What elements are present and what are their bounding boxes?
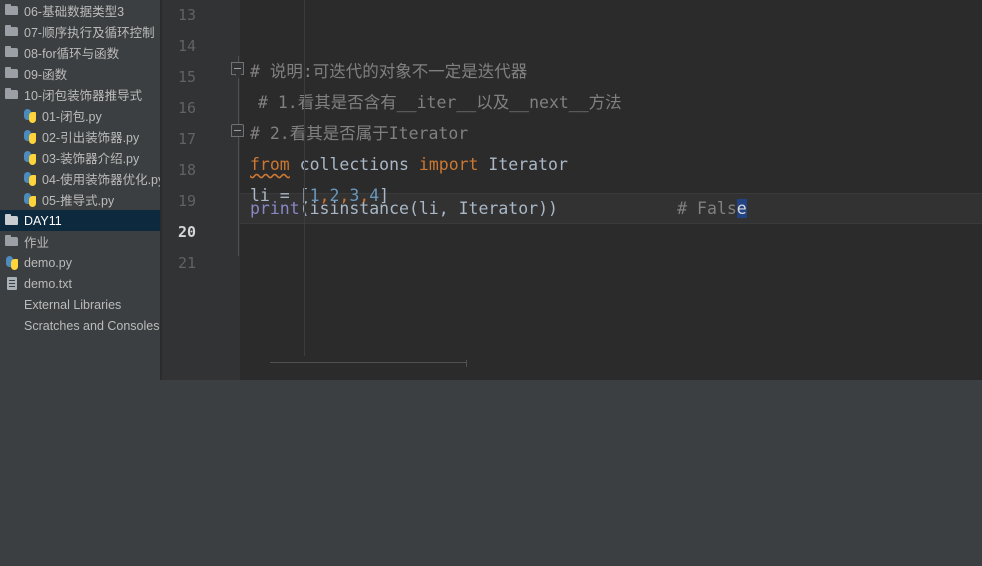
tree-item-label: 02-引出装饰器.py [42, 131, 140, 145]
token-keyword-import: import [418, 155, 479, 174]
tree-item-6[interactable]: 02-引出装饰器.py [0, 126, 160, 147]
tree-item-label: DAY11 [24, 213, 62, 228]
tree-item-9[interactable]: 05-推导式.py [0, 189, 160, 210]
line-number-20: 20 [177, 223, 196, 241]
token-trailing-space [558, 199, 677, 218]
tree-item-label: 09-函数 [24, 68, 68, 82]
token-trailing-comment-selected: e [736, 199, 747, 218]
folder-icon [4, 234, 20, 249]
tree-item-10[interactable]: DAY11 [0, 210, 160, 231]
token-trailing-comment-hash: # [677, 199, 698, 218]
python-file-icon [22, 171, 38, 186]
tree-item-label: demo.py [24, 255, 72, 270]
tree-item-14[interactable]: External Libraries [0, 294, 160, 315]
code-line-16: # 1.看其是否含有__iter__以及__next__方法 [258, 93, 622, 112]
python-file-icon [22, 150, 38, 165]
token-name-iterator: Iterator [478, 155, 568, 174]
tree-item-label: Scratches and Consoles [24, 318, 160, 333]
tree-item-label: demo.txt [24, 276, 72, 291]
tree-item-label: 07-顺序执行及循环控制 [24, 26, 155, 40]
none [4, 297, 20, 312]
tree-item-12[interactable]: demo.py [0, 252, 160, 273]
tree-item-label: 03-装饰器介绍.py [42, 152, 140, 166]
tree-item-2[interactable]: 08-for循环与函数 [0, 42, 160, 63]
tree-item-13[interactable]: demo.txt [0, 273, 160, 294]
python-file-icon [22, 108, 38, 123]
tree-item-label: 01-闭包.py [42, 110, 102, 124]
token-keyword-from: from [250, 155, 290, 174]
code-line-18: from collections import Iterator [250, 149, 568, 180]
fold-marker-line-15[interactable] [231, 62, 246, 79]
line-number-18: 18 [177, 161, 196, 179]
python-file-icon [22, 129, 38, 144]
folder-icon [4, 66, 20, 81]
line-number-16: 16 [177, 99, 196, 117]
code-line-20: print(isinstance(li, Iterator)) # False [250, 193, 747, 224]
folder-icon [4, 3, 20, 18]
project-tree[interactable]: 06-基础数据类型3 07-顺序执行及循环控制 08-for循环与函数 09-函数 10… [0, 0, 160, 380]
tree-item-0[interactable]: 06-基础数据类型3 [0, 0, 160, 21]
folder-icon [4, 45, 20, 60]
tree-item-label: 作业 [24, 236, 50, 250]
line-number-14: 14 [177, 37, 196, 55]
tree-item-7[interactable]: 03-装饰器介绍.py [0, 147, 160, 168]
python-file-icon [22, 192, 38, 207]
line-number-21: 21 [177, 254, 196, 272]
code-line-17: # 2.看其是否属于Iterator [250, 124, 469, 143]
tree-item-15[interactable]: Scratches and Consoles [0, 315, 160, 336]
folder-icon [4, 87, 20, 102]
line-number-15: 15 [177, 68, 196, 86]
tree-item-label: 10-闭包装饰器推导式 [24, 89, 143, 103]
code-line-15: # 说明:可迭代的对象不一定是迭代器 [250, 62, 528, 81]
tree-item-11[interactable]: 作业 [0, 231, 160, 252]
fold-marker-line-17[interactable] [231, 124, 246, 139]
line-number-19: 19 [177, 192, 196, 210]
folder-icon [4, 24, 20, 39]
line-number-gutter[interactable]: 13 14 15 16 17 18 19 20 21 [162, 0, 240, 380]
tree-item-label: 05-推导式.py [42, 194, 115, 208]
tree-item-8[interactable]: 04-使用装饰器优化.py [0, 168, 160, 189]
token-trailing-comment-text: Fals [697, 199, 737, 218]
tree-item-5[interactable]: 01-闭包.py [0, 105, 160, 126]
code-fold-line [238, 56, 239, 256]
code-editor[interactable]: 13 14 15 16 17 18 19 20 21 # 说明:可迭代的对象不一定是迭代器 # … [162, 0, 982, 380]
run-panel: demo (2) × [0, 380, 982, 566]
editor-left-edge [304, 0, 305, 356]
editor-horizontal-scrollbar[interactable] [270, 360, 467, 367]
tree-item-1[interactable]: 07-顺序执行及循环控制 [0, 21, 160, 42]
tree-item-label: 06-基础数据类型3 [24, 5, 125, 19]
tree-item-label: 04-使用装饰器优化.py [42, 173, 160, 187]
tree-item-4[interactable]: 10-闭包装饰器推导式 [0, 84, 160, 105]
python-file-icon [4, 255, 20, 270]
tree-item-label: External Libraries [24, 297, 122, 312]
tree-item-label: 08-for循环与函数 [24, 47, 120, 61]
folder-icon [4, 213, 20, 228]
token-module-collections: collections [289, 155, 419, 174]
token-print-args: (isinstance(li, Iterator)) [299, 199, 558, 218]
line-number-13: 13 [177, 6, 196, 24]
code-content[interactable]: # 说明:可迭代的对象不一定是迭代器 # 1.看其是否含有__iter__以及_… [242, 0, 982, 380]
text-file-icon [4, 276, 20, 291]
ide-window: 06-基础数据类型3 07-顺序执行及循环控制 08-for循环与函数 09-函数 10… [0, 0, 982, 566]
tree-item-3[interactable]: 09-函数 [0, 63, 160, 84]
none [4, 318, 20, 333]
token-function-print: print [250, 199, 300, 218]
line-number-17: 17 [177, 130, 196, 148]
